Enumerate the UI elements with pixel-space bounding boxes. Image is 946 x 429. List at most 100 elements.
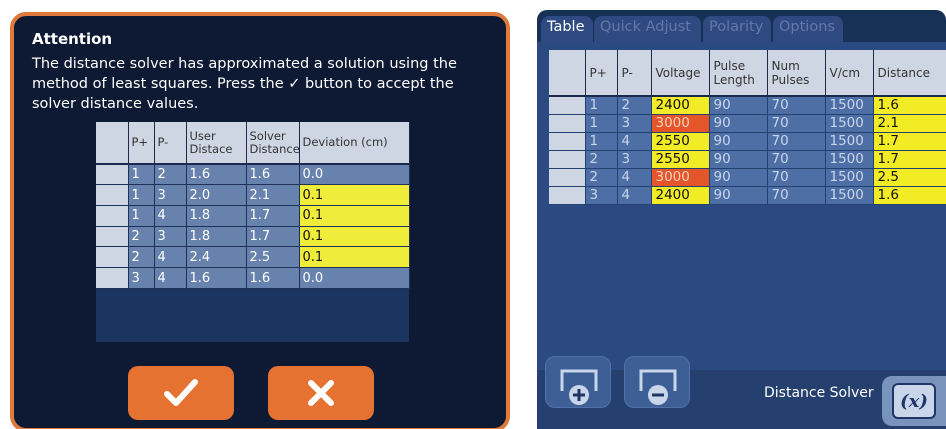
column-header-p-plus: P+ <box>585 50 618 97</box>
distance-cell[interactable]: 2.5 <box>873 168 946 187</box>
row-selector[interactable] <box>549 186 586 205</box>
p-minus-cell[interactable]: 3 <box>617 114 652 133</box>
row-selector[interactable] <box>96 164 129 186</box>
num-pulses-cell[interactable]: 70 <box>767 96 826 115</box>
cancel-button[interactable] <box>268 366 374 420</box>
p-plus-cell[interactable]: 1 <box>585 114 618 133</box>
column-header-p-plus: P+ <box>128 122 155 165</box>
v-cm-cell[interactable]: 1500 <box>825 96 874 115</box>
distance-solver-button[interactable]: (x) <box>882 376 946 426</box>
p-plus-cell: 1 <box>128 205 155 227</box>
v-cm-cell[interactable]: 1500 <box>825 132 874 151</box>
table-row[interactable]: 1 4 2550 90 70 1500 1.7 <box>549 132 946 151</box>
v-cm-cell[interactable]: 1500 <box>825 150 874 169</box>
distance-cell[interactable]: 1.6 <box>873 96 946 115</box>
p-minus-cell: 4 <box>154 205 187 227</box>
add-row-icon <box>560 369 598 405</box>
row-selector[interactable] <box>96 226 129 248</box>
num-pulses-cell[interactable]: 70 <box>767 186 826 205</box>
tab-quick-adjust[interactable]: Quick Adjust <box>594 16 701 42</box>
p-plus-cell: 1 <box>128 184 155 206</box>
v-cm-cell[interactable]: 1500 <box>825 186 874 205</box>
voltage-cell[interactable]: 2400 <box>651 96 710 115</box>
num-pulses-cell[interactable]: 70 <box>767 150 826 169</box>
table-row[interactable]: 1 3 2.0 2.1 0.1 <box>96 184 410 206</box>
column-header-select <box>96 122 129 165</box>
distance-solver-label: Distance Solver <box>764 385 874 401</box>
tab-options[interactable]: Options <box>773 16 843 42</box>
solver-distance-cell: 2.5 <box>246 246 300 269</box>
distance-cell[interactable]: 1.7 <box>873 132 946 151</box>
pulse-length-cell[interactable]: 90 <box>709 186 768 205</box>
row-selector[interactable] <box>96 184 129 206</box>
p-plus-cell[interactable]: 1 <box>585 132 618 151</box>
column-header-v-cm: V/cm <box>825 50 874 97</box>
table-row[interactable]: 1 3 3000 90 70 1500 2.1 <box>549 114 946 133</box>
table-row[interactable]: 2 4 2.4 2.5 0.1 <box>96 246 410 269</box>
p-minus-cell[interactable]: 3 <box>617 150 652 169</box>
add-row-button[interactable] <box>545 356 611 408</box>
remove-row-button[interactable] <box>624 356 690 408</box>
column-header-p-minus: P- <box>154 122 187 165</box>
num-pulses-cell[interactable]: 70 <box>767 114 826 133</box>
pulse-length-cell[interactable]: 90 <box>709 132 768 151</box>
p-minus-cell[interactable]: 4 <box>617 186 652 205</box>
row-selector[interactable] <box>549 132 586 151</box>
voltage-cell[interactable]: 2400 <box>651 186 710 205</box>
voltage-cell[interactable]: 2550 <box>651 132 710 151</box>
pulse-length-cell[interactable]: 90 <box>709 114 768 133</box>
v-cm-cell[interactable]: 1500 <box>825 168 874 187</box>
pulse-length-cell[interactable]: 90 <box>709 150 768 169</box>
p-minus-cell[interactable]: 4 <box>617 132 652 151</box>
accept-button[interactable] <box>128 366 234 420</box>
user-distance-cell: 2.4 <box>186 246 247 269</box>
voltage-cell[interactable]: 2550 <box>651 150 710 169</box>
table-row[interactable]: 1 4 1.8 1.7 0.1 <box>96 205 410 227</box>
row-selector[interactable] <box>549 114 586 133</box>
voltage-cell[interactable]: 3000 <box>651 114 710 133</box>
distance-cell[interactable]: 2.1 <box>873 114 946 133</box>
num-pulses-cell[interactable]: 70 <box>767 132 826 151</box>
row-selector[interactable] <box>549 168 586 187</box>
deviation-cell: 0.1 <box>299 226 410 248</box>
p-plus-cell: 2 <box>128 246 155 269</box>
solver-results-table: P+ P- User Distace Solver Distance Devia… <box>96 122 410 343</box>
column-header-num-pulses: Num Pulses <box>767 50 826 97</box>
table-row[interactable]: 3 4 1.6 1.6 0.0 <box>96 267 410 289</box>
table-row[interactable]: 2 4 3000 90 70 1500 2.5 <box>549 168 946 187</box>
p-minus-cell[interactable]: 4 <box>617 168 652 187</box>
pulse-parameters-table: P+ P- Voltage Pulse Length Num Pulses V/… <box>549 50 946 205</box>
v-cm-cell[interactable]: 1500 <box>825 114 874 133</box>
num-pulses-cell[interactable]: 70 <box>767 168 826 187</box>
solver-distance-cell: 1.7 <box>246 205 300 227</box>
row-selector[interactable] <box>96 267 129 289</box>
tab-polarity[interactable]: Polarity <box>703 16 771 42</box>
distance-cell[interactable]: 1.7 <box>873 150 946 169</box>
table-row[interactable]: 2 3 1.8 1.7 0.1 <box>96 226 410 248</box>
row-selector[interactable] <box>549 150 586 169</box>
row-selector[interactable] <box>96 205 129 227</box>
p-plus-cell[interactable]: 2 <box>585 168 618 187</box>
p-minus-cell: 3 <box>154 184 187 206</box>
column-header-deviation: Deviation (cm) <box>299 122 410 165</box>
tab-table[interactable]: Table <box>541 16 593 42</box>
p-minus-cell: 4 <box>154 246 187 269</box>
column-header-p-minus: P- <box>617 50 652 97</box>
distance-cell[interactable]: 1.6 <box>873 186 946 205</box>
deviation-cell: 0.1 <box>299 184 410 206</box>
p-minus-cell: 3 <box>154 226 187 248</box>
p-plus-cell[interactable]: 3 <box>585 186 618 205</box>
p-plus-cell[interactable]: 2 <box>585 150 618 169</box>
p-minus-cell[interactable]: 2 <box>617 96 652 115</box>
table-row[interactable]: 1 2 1.6 1.6 0.0 <box>96 164 410 186</box>
pulse-length-cell[interactable]: 90 <box>709 96 768 115</box>
table-row[interactable]: 3 4 2400 90 70 1500 1.6 <box>549 186 946 205</box>
voltage-cell[interactable]: 3000 <box>651 168 710 187</box>
row-selector[interactable] <box>549 96 586 115</box>
deviation-cell: 0.1 <box>299 205 410 227</box>
table-row[interactable]: 2 3 2550 90 70 1500 1.7 <box>549 150 946 169</box>
pulse-length-cell[interactable]: 90 <box>709 168 768 187</box>
row-selector[interactable] <box>96 246 129 269</box>
table-row[interactable]: 1 2 2400 90 70 1500 1.6 <box>549 96 946 115</box>
p-plus-cell[interactable]: 1 <box>585 96 618 115</box>
